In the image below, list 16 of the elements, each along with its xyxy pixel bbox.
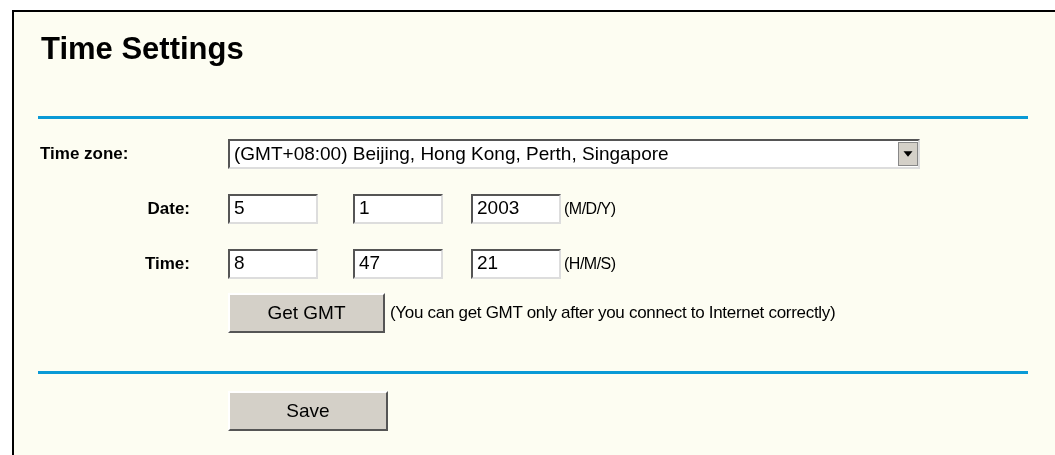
number-field[interactable]: 1 xyxy=(353,193,443,224)
number-field[interactable]: 47 xyxy=(353,248,443,279)
gmt-note: (You can get GMT only after you connect to Internet correctly) xyxy=(390,302,836,325)
field-label: Time zone: xyxy=(40,144,129,164)
format-hint: (M/D/Y) xyxy=(564,198,616,219)
page-title: Time Settings xyxy=(41,31,244,66)
number-field[interactable]: 21 xyxy=(471,248,561,279)
save-button[interactable]: Save xyxy=(228,391,388,431)
field-label: Date: xyxy=(147,198,190,218)
number-field[interactable]: 2003 xyxy=(471,193,561,224)
get-gmt-button[interactable]: Get GMT xyxy=(228,293,385,333)
field-label: Time: xyxy=(144,253,190,273)
number-field[interactable]: 8 xyxy=(228,248,318,279)
time-zone-dropdown[interactable]: (GMT+08:00) Beijing, Hong Kong, Perth, Singapore xyxy=(228,139,920,169)
format-hint: (H/M/S) xyxy=(564,253,616,274)
number-field[interactable]: 5 xyxy=(228,193,318,224)
